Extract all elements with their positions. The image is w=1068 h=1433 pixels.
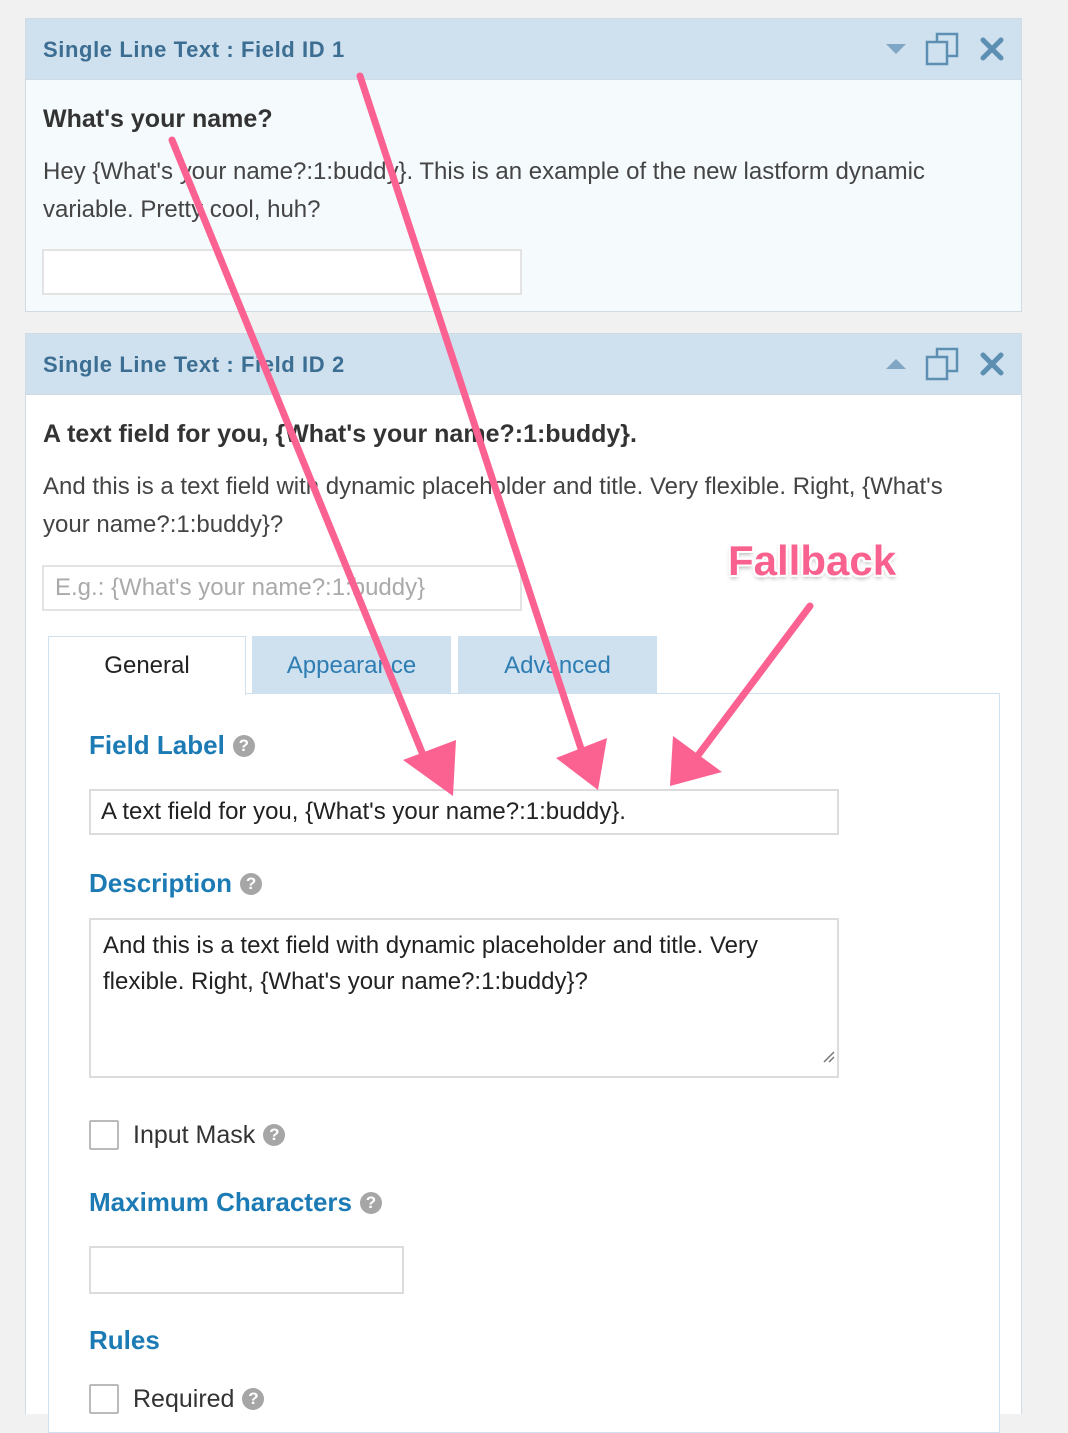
input-mask-row: Input Mask ? (89, 1120, 286, 1150)
help-icon[interactable]: ? (240, 872, 263, 895)
close-icon[interactable] (979, 351, 1005, 377)
field-label-input[interactable]: A text field for you, {What's your name?… (89, 789, 839, 835)
field-panel-1: Single Line Text : Field ID 1 What's you… (25, 18, 1022, 312)
name-preview-input[interactable] (42, 249, 522, 295)
tab-general[interactable]: General (48, 636, 246, 695)
field-panel-2: Single Line Text : Field ID 2 A text fie… (25, 333, 1022, 1433)
description-heading-text: Description (89, 868, 233, 898)
help-icon[interactable]: ? (242, 1388, 265, 1410)
tab-advanced[interactable]: Advanced (458, 636, 657, 694)
general-tab-panel: Field Label ? A text field for you, {Wha… (48, 693, 1000, 1433)
input-mask-checkbox[interactable] (89, 1120, 119, 1150)
required-checkbox[interactable] (89, 1384, 119, 1414)
placeholder-preview-input[interactable]: E.g.: {What's your name?:1:buddy} (42, 565, 522, 611)
max-chars-heading: Maximum Characters ? (89, 1187, 382, 1218)
tab-appearance[interactable]: Appearance (252, 636, 451, 694)
caret-up-icon[interactable] (885, 357, 907, 371)
resize-grip-icon[interactable] (821, 1038, 835, 1074)
duplicate-icon[interactable] (925, 347, 961, 381)
field-panel-title: Single Line Text : Field ID 2 (43, 352, 345, 377)
caret-down-icon[interactable] (885, 42, 907, 56)
field-label-heading-text: Field Label (89, 730, 225, 760)
field-label-heading: Field Label ? (89, 730, 255, 761)
field-title: A text field for you, {What's your name?… (43, 420, 637, 448)
description-heading: Description ? (89, 868, 263, 899)
field-description: And this is a text field with dynamic pl… (43, 473, 943, 538)
required-row: Required ? (89, 1384, 265, 1414)
help-icon[interactable]: ? (263, 1124, 286, 1146)
description-textarea-value: And this is a text field with dynamic pl… (103, 932, 759, 995)
field-panel-header[interactable]: Single Line Text : Field ID 2 (26, 334, 1021, 395)
description-textarea[interactable]: And this is a text field with dynamic pl… (89, 918, 839, 1078)
field-panel-header[interactable]: Single Line Text : Field ID 1 (26, 19, 1021, 80)
help-icon[interactable]: ? (232, 734, 255, 757)
close-icon[interactable] (979, 36, 1005, 62)
field-title: What's your name? (43, 105, 273, 133)
input-mask-label: Input Mask (133, 1120, 256, 1149)
field-description: Hey {What's your name?:1:buddy}. This is… (43, 158, 925, 223)
max-chars-input[interactable] (89, 1246, 404, 1294)
help-icon[interactable]: ? (360, 1191, 382, 1214)
duplicate-icon[interactable] (925, 32, 961, 66)
rules-heading: Rules (89, 1325, 160, 1356)
rules-heading-text: Rules (89, 1325, 160, 1355)
fallback-annotation: Fallback (728, 537, 897, 584)
max-chars-heading-text: Maximum Characters (89, 1187, 352, 1217)
field-panel-title: Single Line Text : Field ID 1 (43, 37, 345, 62)
required-label: Required (133, 1384, 235, 1413)
